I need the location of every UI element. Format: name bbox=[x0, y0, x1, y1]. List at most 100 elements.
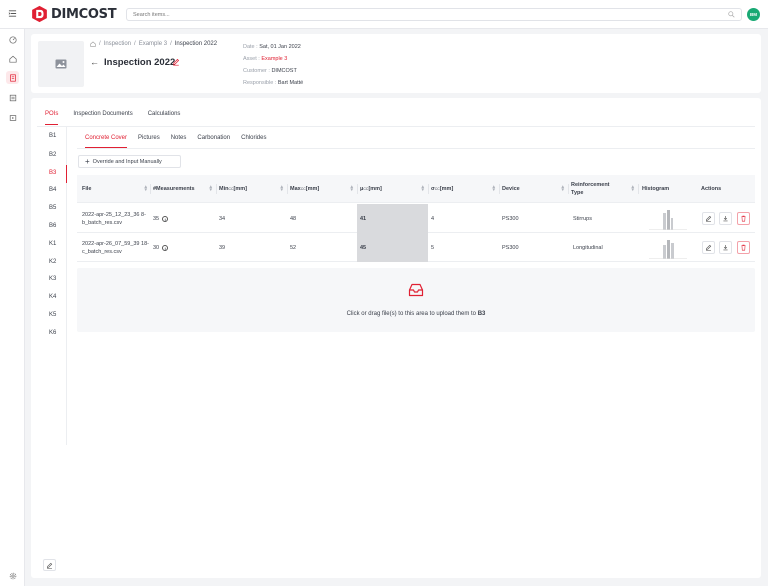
subtabs-divider bbox=[77, 148, 755, 149]
table-row: 2022-apr-25_12_23_36 8-b_batch_res.csv 3… bbox=[77, 204, 755, 233]
breadcrumb-item-inspection[interactable]: Inspection bbox=[104, 41, 131, 47]
dropzone-text: Click or drag file(s) to this area to up… bbox=[346, 311, 486, 317]
home-icon[interactable] bbox=[90, 41, 96, 47]
trash-icon bbox=[741, 244, 746, 251]
back-arrow-icon[interactable]: ← bbox=[90, 57, 99, 67]
tab-inspection-documents[interactable]: Inspection Documents bbox=[73, 110, 132, 125]
sort-icon: ▴ ▾ bbox=[280, 184, 283, 193]
inspection-thumbnail[interactable] bbox=[38, 41, 84, 87]
info-icon[interactable]: i bbox=[162, 244, 169, 251]
col-divider bbox=[568, 184, 569, 194]
inbox-icon bbox=[408, 283, 424, 297]
upload-dropzone[interactable]: Click or drag file(s) to this area to up… bbox=[77, 268, 755, 332]
col-max-cc[interactable]: Max CC [mm] ▴ ▾ bbox=[290, 175, 356, 203]
cell-device: PS300 bbox=[502, 244, 519, 251]
breadcrumb-item-current: Inspection 2022 bbox=[174, 41, 218, 47]
col-mu-cc[interactable]: μ CC [mm] ▴ ▾ bbox=[360, 175, 427, 203]
download-row-button[interactable] bbox=[719, 241, 732, 254]
override-input-button[interactable]: + Override and Input Manually bbox=[78, 155, 181, 168]
sub-tabs: Concrete Cover Pictures Notes Carbonatio… bbox=[85, 134, 266, 148]
col-divider bbox=[499, 184, 500, 194]
col-histogram: Histogram bbox=[642, 186, 670, 192]
tab-chlorides[interactable]: Chlorides bbox=[241, 134, 266, 148]
dropzone-target: B3 bbox=[477, 311, 486, 317]
tab-pois[interactable]: POIs bbox=[45, 110, 59, 125]
col-reinforcement-type[interactable]: Reinforcement Type ▴ ▾ bbox=[571, 175, 637, 203]
logo-text: DIMCOST bbox=[51, 6, 117, 22]
main-tabs: POIs Inspection Documents Calculations bbox=[45, 110, 180, 126]
tab-calculations[interactable]: Calculations bbox=[148, 110, 181, 125]
col-divider bbox=[428, 184, 429, 194]
table-row: 2022-apr-26_07_59_39 18-c_batch_res.csv … bbox=[77, 233, 755, 262]
tabs-divider bbox=[37, 126, 755, 127]
bookmark-icon[interactable] bbox=[6, 71, 19, 84]
cell-reinforcement-type: Longitudinal bbox=[573, 244, 603, 251]
edit-row-button[interactable] bbox=[702, 212, 715, 225]
sort-icon: ▴ ▾ bbox=[631, 184, 634, 193]
settings-icon[interactable] bbox=[6, 569, 19, 582]
col-measurements[interactable]: #Measurements ▴ ▾ bbox=[153, 175, 215, 203]
edit-title-icon[interactable] bbox=[172, 58, 180, 66]
tab-concrete-cover[interactable]: Concrete Cover bbox=[85, 134, 128, 148]
cell-mu: 45 bbox=[357, 233, 428, 262]
asset-label: Asset : bbox=[243, 56, 260, 62]
col-device[interactable]: Device ▴ ▾ bbox=[502, 175, 567, 203]
histogram-thumbnail[interactable] bbox=[649, 236, 687, 259]
search-input[interactable] bbox=[127, 9, 707, 20]
table-header: File ▴ ▾ #Measurements ▴ ▾ Min CC [mm] ▴ ▾ Max C… bbox=[77, 175, 755, 203]
date-label: Date : bbox=[243, 44, 258, 50]
download-icon bbox=[723, 245, 728, 251]
trash-icon bbox=[741, 215, 746, 222]
sort-icon: ▴ ▾ bbox=[492, 184, 495, 193]
download-row-button[interactable] bbox=[719, 212, 732, 225]
date-value: Sat, 01 Jan 2022 bbox=[259, 44, 301, 50]
image-placeholder-icon bbox=[55, 59, 67, 69]
dashboard-icon[interactable] bbox=[6, 33, 19, 46]
responsible-label: Responsible : bbox=[243, 80, 277, 86]
col-actions: Actions bbox=[701, 186, 722, 192]
col-divider bbox=[357, 184, 358, 194]
edit-icon bbox=[706, 215, 712, 222]
tab-carbonation[interactable]: Carbonation bbox=[197, 134, 230, 148]
cell-measurements: 30 i bbox=[153, 233, 169, 262]
edit-row-button[interactable] bbox=[702, 241, 715, 254]
edit-pois-button[interactable] bbox=[43, 559, 56, 571]
override-button-label: Override and Input Manually bbox=[92, 158, 162, 165]
histogram-thumbnail[interactable] bbox=[649, 207, 687, 230]
cell-measurements: 35 i bbox=[153, 204, 169, 233]
delete-row-button[interactable] bbox=[737, 241, 750, 254]
asset-link[interactable]: Example 3 bbox=[261, 56, 287, 62]
tab-pictures[interactable]: Pictures bbox=[138, 134, 160, 148]
customer-label: Customer : bbox=[243, 68, 270, 74]
cell-min: 34 bbox=[219, 215, 226, 222]
logo-icon bbox=[32, 5, 47, 23]
inspection-header: / Inspection / Example 3 / Inspection 20… bbox=[31, 34, 761, 93]
book-icon[interactable] bbox=[6, 91, 19, 104]
info-icon[interactable]: i bbox=[162, 215, 169, 222]
col-divider bbox=[216, 184, 217, 194]
top-bar: DIMCOST BM bbox=[0, 0, 768, 29]
search-icon bbox=[728, 11, 735, 18]
sort-icon: ▴ ▾ bbox=[144, 184, 147, 193]
col-sigma-cc[interactable]: σ CC [mm] ▴ ▾ bbox=[431, 175, 498, 203]
col-min-cc[interactable]: Min CC [mm] ▴ ▾ bbox=[219, 175, 286, 203]
sort-icon: ▴ ▾ bbox=[421, 184, 424, 193]
search-box[interactable] bbox=[126, 8, 742, 21]
dimcost-logo[interactable]: DIMCOST bbox=[31, 5, 117, 23]
cell-max: 52 bbox=[290, 244, 297, 251]
page-title: Inspection 2022 bbox=[104, 57, 176, 68]
video-icon[interactable] bbox=[6, 111, 19, 124]
main-panel: POIs Inspection Documents Calculations B… bbox=[31, 98, 761, 578]
delete-row-button[interactable] bbox=[737, 212, 750, 225]
user-avatar[interactable]: BM bbox=[747, 8, 760, 21]
cell-sigma: 5 bbox=[431, 244, 435, 251]
home-icon[interactable] bbox=[6, 52, 19, 65]
breadcrumb-item-asset[interactable]: Example 3 bbox=[139, 41, 167, 47]
sort-icon: ▴ ▾ bbox=[209, 184, 212, 193]
tab-notes[interactable]: Notes bbox=[171, 134, 187, 148]
cell-sigma: 4 bbox=[431, 215, 435, 222]
collapse-menu-icon[interactable] bbox=[8, 9, 17, 18]
cell-file: 2022-apr-26_07_59_39 18-c_batch_res.csv bbox=[82, 240, 149, 255]
col-file[interactable]: File ▴ ▾ bbox=[82, 175, 150, 203]
download-icon bbox=[723, 216, 728, 222]
